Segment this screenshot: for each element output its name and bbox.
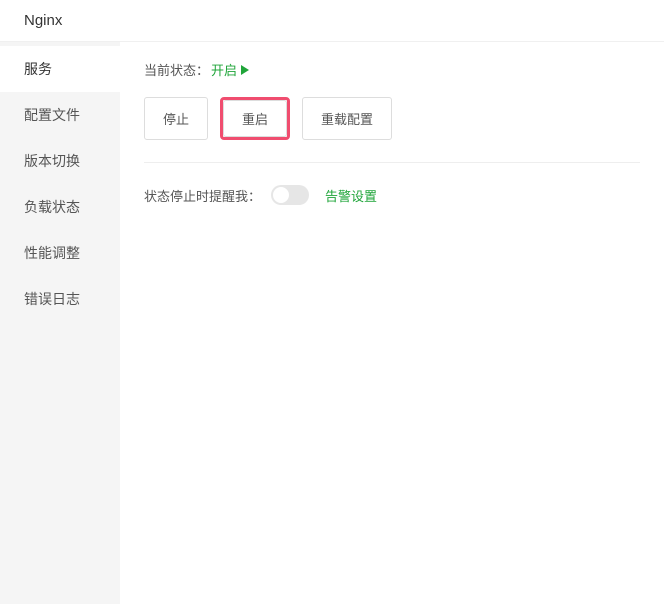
page-title: Nginx	[24, 12, 62, 29]
status-label: 当前状态：	[144, 60, 209, 79]
sidebar-item-version[interactable]: 版本切换	[0, 138, 120, 184]
sidebar-item-load[interactable]: 负载状态	[0, 184, 120, 230]
sidebar-item-label: 错误日志	[24, 291, 80, 307]
content-area: 当前状态： 开启 停止 重启 重载配置 状态停止时提醒我： 告警设置	[120, 42, 664, 604]
status-row: 当前状态： 开启	[144, 60, 640, 79]
button-row: 停止 重启 重载配置	[144, 97, 640, 140]
divider	[144, 162, 640, 163]
play-icon	[241, 65, 249, 75]
sidebar-item-label: 性能调整	[24, 245, 80, 261]
restart-highlight: 重启	[220, 97, 290, 140]
restart-button[interactable]: 重启	[223, 100, 287, 137]
toggle-knob	[273, 187, 289, 203]
sidebar-item-label: 配置文件	[24, 107, 80, 123]
notify-toggle[interactable]	[271, 185, 309, 205]
sidebar-item-errorlog[interactable]: 错误日志	[0, 276, 120, 322]
reload-button[interactable]: 重载配置	[302, 97, 392, 140]
alert-settings-link[interactable]: 告警设置	[325, 186, 377, 205]
sidebar-item-label: 负载状态	[24, 199, 80, 215]
sidebar-item-perf[interactable]: 性能调整	[0, 230, 120, 276]
status-value: 开启	[211, 60, 237, 79]
sidebar-item-label: 服务	[24, 61, 52, 77]
stop-button[interactable]: 停止	[144, 97, 208, 140]
sidebar-item-config[interactable]: 配置文件	[0, 92, 120, 138]
notify-row: 状态停止时提醒我： 告警设置	[144, 185, 640, 205]
sidebar-item-label: 版本切换	[24, 153, 80, 169]
sidebar-item-service[interactable]: 服务	[0, 46, 120, 92]
sidebar: 服务 配置文件 版本切换 负载状态 性能调整 错误日志	[0, 42, 120, 604]
notify-label: 状态停止时提醒我：	[144, 186, 261, 205]
